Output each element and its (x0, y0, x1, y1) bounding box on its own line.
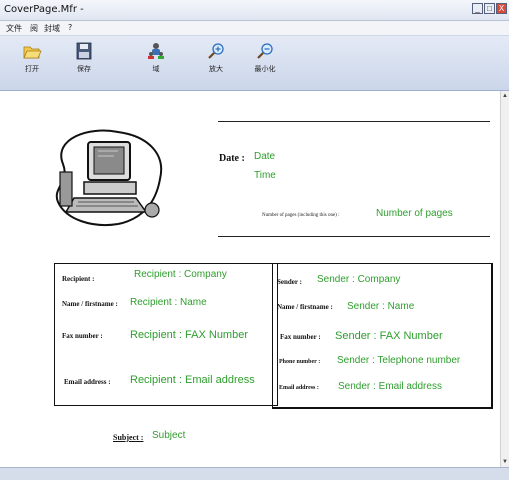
floppy-save-icon (76, 42, 92, 60)
scroll-down-icon[interactable]: ▼ (502, 459, 508, 465)
menu-field[interactable]: 封域 (44, 23, 60, 34)
menu-file[interactable]: 文件 (6, 23, 22, 34)
open-button[interactable]: 打开 (12, 42, 52, 74)
people-field-icon (148, 43, 164, 59)
pages-field[interactable]: Number of pages (376, 208, 453, 219)
subject-field[interactable]: Subject (152, 430, 185, 441)
recipient-fax-field[interactable]: Recipient : FAX Number (130, 329, 248, 341)
scroll-up-icon[interactable]: ▲ (502, 93, 508, 99)
toolbar: 打开 保存 域 放大 最小化 (0, 36, 509, 91)
save-label: 保存 (77, 65, 91, 73)
sender-email-label: Email address : (279, 385, 319, 391)
field-button[interactable]: 域 (136, 42, 176, 74)
sender-label: Sender : (277, 278, 302, 286)
menu-bar: 文件 阅 封域 ? (0, 21, 509, 36)
zoom-out-label: 最小化 (254, 65, 276, 73)
pages-label: Number of pages (including this one) : (262, 213, 340, 218)
menu-view[interactable]: 阅 (30, 23, 38, 34)
zoom-out-icon (257, 43, 273, 59)
window-title: CoverPage.Mfr - (4, 4, 84, 15)
sender-company-field[interactable]: Sender : Company (317, 274, 400, 285)
zoom-in-button[interactable]: 放大 (196, 42, 236, 74)
recipient-email-field[interactable]: Recipient : Email address (130, 374, 255, 386)
zoom-in-label: 放大 (209, 65, 223, 73)
header-bottom-rule (218, 236, 490, 237)
sender-phone-label: Phone number : (279, 359, 321, 365)
zoom-out-button[interactable]: 最小化 (245, 42, 285, 74)
subject-label: Subject : (113, 433, 144, 442)
open-label: 打开 (25, 65, 39, 73)
field-label: 域 (152, 65, 160, 73)
title-bar: CoverPage.Mfr - _ □ X (0, 0, 509, 21)
close-button[interactable]: X (496, 3, 507, 14)
date-label: Date : (219, 153, 245, 164)
sender-fax-field[interactable]: Sender : FAX Number (335, 330, 443, 342)
cover-page-canvas[interactable]: Date : Date Time Number of pages (includ… (0, 91, 501, 467)
computer-clipart-icon (55, 129, 163, 226)
folder-open-icon (23, 46, 42, 59)
menu-help[interactable]: ? (68, 23, 72, 32)
status-bar (0, 467, 509, 480)
recipient-label: Recipient : (62, 275, 95, 283)
recipient-fax-label: Fax number : (62, 332, 103, 340)
sender-name-label: Name / firstname : (277, 303, 333, 311)
sender-email-field[interactable]: Sender : Email address (338, 381, 442, 392)
save-button[interactable]: 保存 (64, 42, 104, 74)
sender-fax-label: Fax number : (280, 333, 321, 341)
time-field[interactable]: Time (254, 170, 276, 181)
zoom-in-icon (208, 43, 224, 59)
sender-name-field[interactable]: Sender : Name (347, 301, 414, 312)
date-field[interactable]: Date (254, 151, 275, 162)
header-top-rule (218, 121, 490, 122)
sender-phone-field[interactable]: Sender : Telephone number (337, 355, 460, 366)
recipient-name-field[interactable]: Recipient : Name (130, 297, 207, 308)
recipient-email-label: Email address : (64, 378, 111, 386)
recipient-name-label: Name / firstname : (62, 300, 118, 308)
window-controls: _ □ X (472, 3, 507, 14)
vertical-scrollbar[interactable]: ▲ ▼ (500, 91, 509, 467)
recipient-company-field[interactable]: Recipient : Company (134, 269, 227, 280)
maximize-button[interactable]: □ (484, 3, 495, 14)
minimize-button[interactable]: _ (472, 3, 483, 14)
